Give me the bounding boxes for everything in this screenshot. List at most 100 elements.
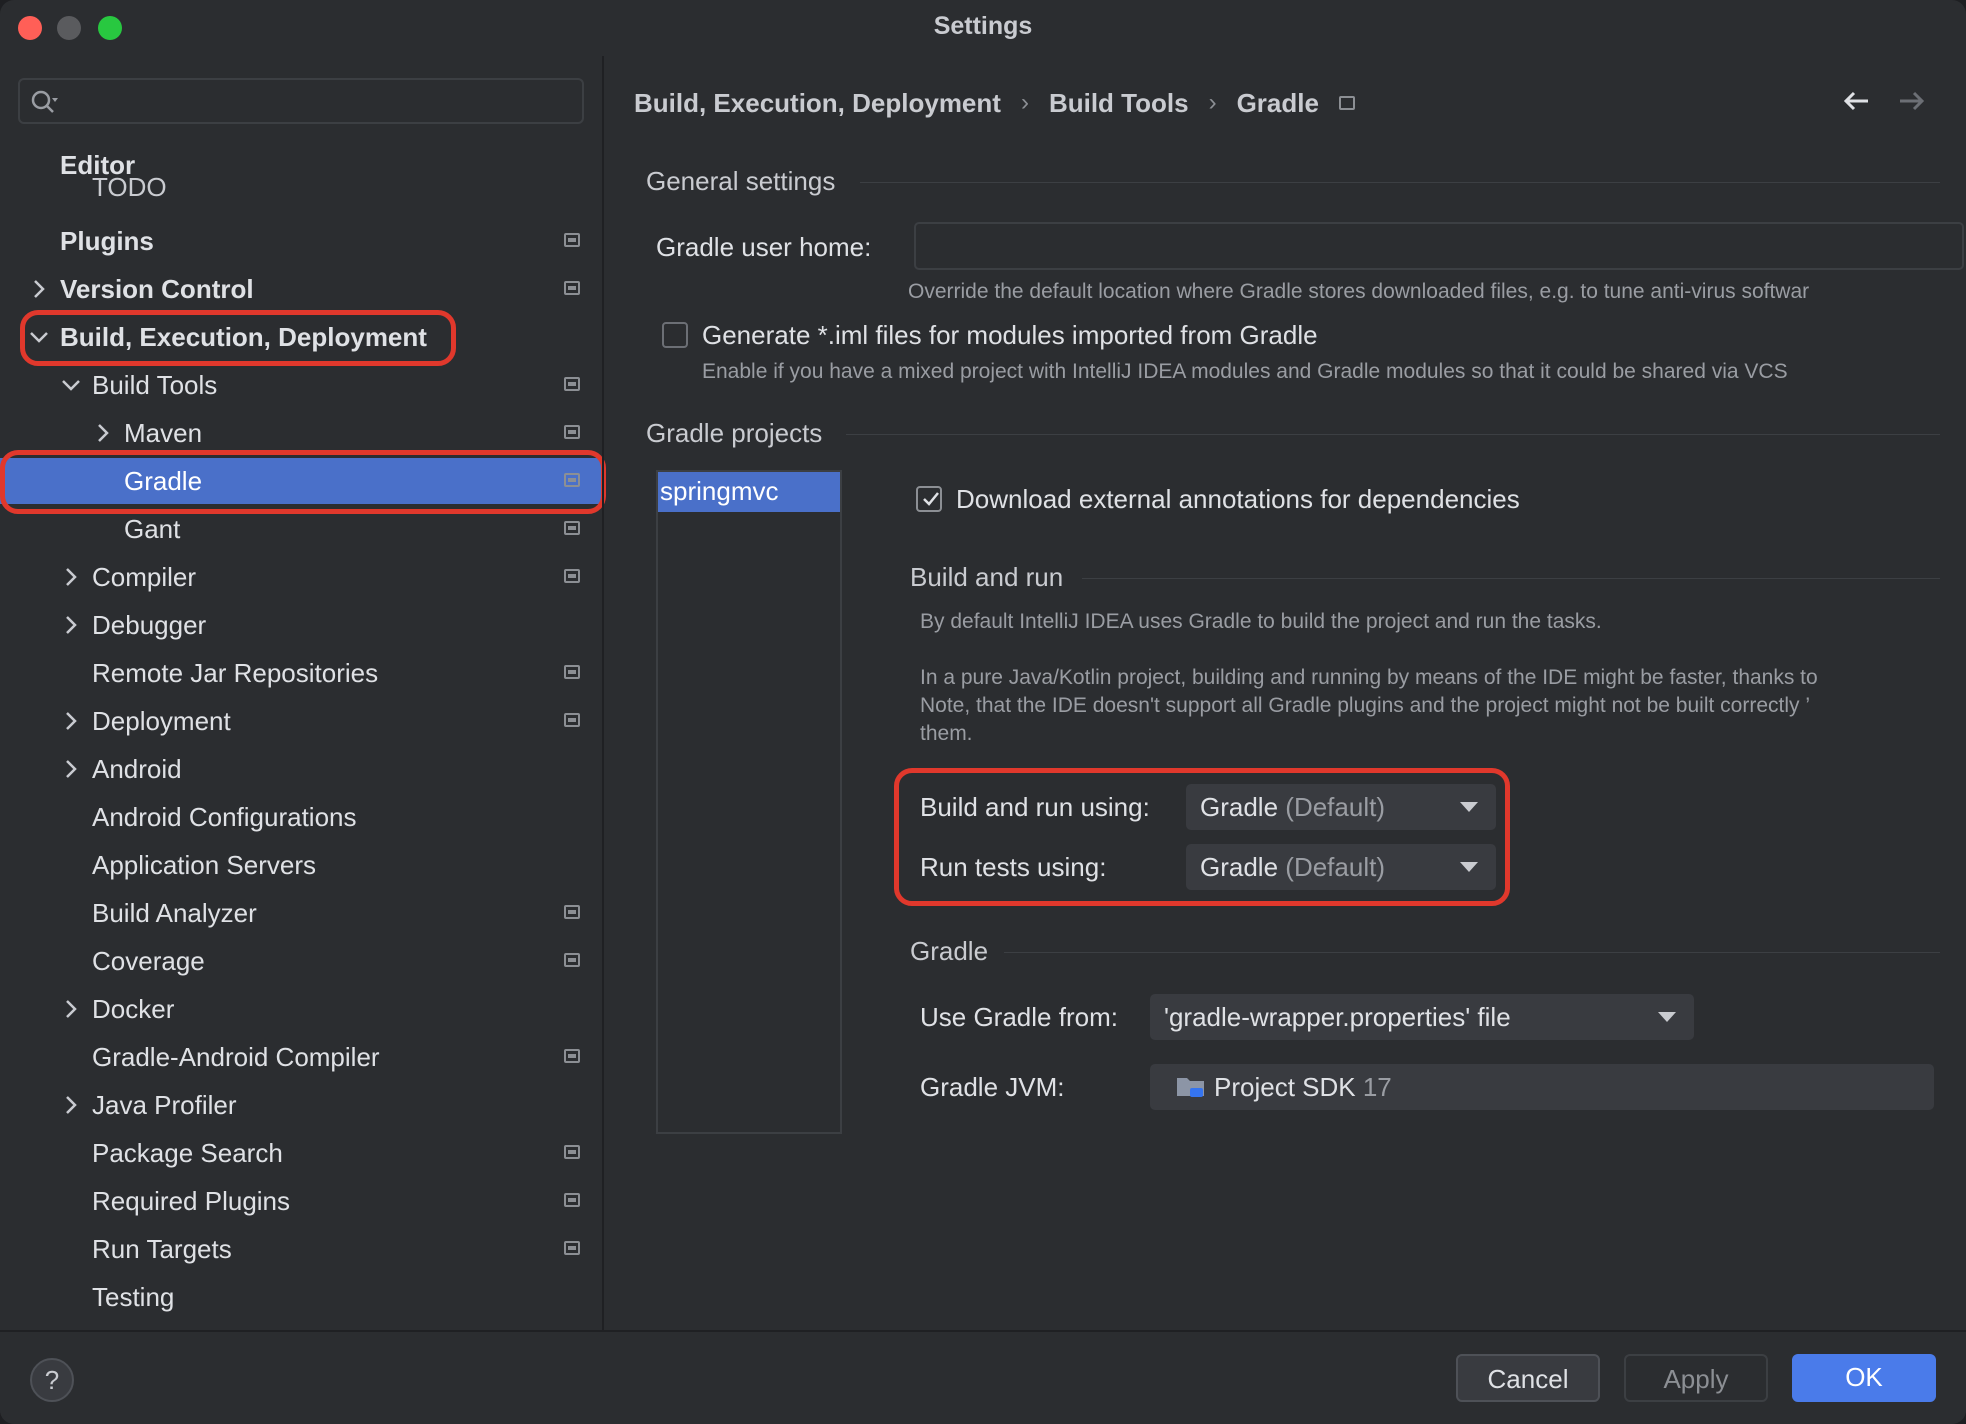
gradle-user-home-field[interactable] <box>914 222 1964 270</box>
project-settings-icon <box>564 233 580 247</box>
build-run-description: By default IntelliJ IDEA uses Gradle to … <box>920 610 1602 633</box>
sidebar-item-compiler[interactable]: Compiler <box>0 554 602 600</box>
divider <box>1004 952 1940 953</box>
run-tests-using-select[interactable]: Gradle (Default) <box>1186 844 1496 890</box>
sidebar-item-version-control[interactable]: Version Control <box>0 266 602 312</box>
apply-button[interactable]: Apply <box>1624 1354 1768 1402</box>
sidebar-item-build-tools[interactable]: Build Tools <box>0 362 602 408</box>
title-bar: Settings <box>0 0 1966 56</box>
sidebar-item-build-execution-deployment[interactable]: Build, Execution, Deployment <box>0 314 602 360</box>
chevron-right-icon[interactable] <box>60 710 82 732</box>
project-settings-icon <box>564 1049 580 1063</box>
generate-iml-hint: Enable if you have a mixed project with … <box>702 360 1788 383</box>
sidebar-item-java-profiler[interactable]: Java Profiler <box>0 1082 602 1128</box>
sidebar-item-remote-jar-repositories[interactable]: Remote Jar Repositories <box>0 650 602 696</box>
project-settings-icon <box>1338 96 1355 111</box>
gradle-user-home-label: Gradle user home: <box>656 232 872 262</box>
chevron-right-icon[interactable] <box>60 758 82 780</box>
sidebar-item-gant[interactable]: Gant <box>0 506 602 552</box>
breadcrumb-separator: › <box>1020 89 1029 117</box>
gradle-projects-list: springmvc <box>656 470 842 1134</box>
search-icon <box>31 90 58 113</box>
breadcrumb-item[interactable]: Build Tools <box>1049 88 1189 119</box>
sidebar-item-label: Coverage <box>92 946 205 976</box>
sidebar-item-android-configurations[interactable]: Android Configurations <box>0 794 602 840</box>
sidebar-item-application-servers[interactable]: Application Servers <box>0 842 602 888</box>
sidebar-item-editor[interactable]: Editor <box>0 142 602 188</box>
project-settings-icon <box>564 905 580 919</box>
build-and-run-using-select[interactable]: Gradle (Default) <box>1186 784 1496 830</box>
sidebar-item-label: Gant <box>124 514 181 544</box>
build-run-description: In a pure Java/Kotlin project, building … <box>920 666 1818 689</box>
sidebar-item-label: Required Plugins <box>92 1186 291 1216</box>
search-input[interactable] <box>18 78 584 124</box>
use-gradle-from-label: Use Gradle from: <box>920 1002 1118 1032</box>
sidebar-item-maven[interactable]: Maven <box>0 410 602 456</box>
sidebar-item-plugins[interactable]: Plugins <box>0 218 602 264</box>
run-tests-using-label: Run tests using: <box>920 852 1107 882</box>
sidebar-item-gradle-android-compiler[interactable]: Gradle-Android Compiler <box>0 1034 602 1080</box>
project-settings-icon <box>564 473 580 487</box>
sidebar-item-label: Docker <box>92 994 175 1024</box>
chevron-right-icon[interactable] <box>92 422 114 444</box>
cancel-button[interactable]: Cancel <box>1456 1354 1600 1402</box>
select-value: Gradle (Default) <box>1200 852 1385 882</box>
project-settings-icon <box>564 569 580 583</box>
sidebar-item-label: Remote Jar Repositories <box>92 658 379 688</box>
chevron-right-icon[interactable] <box>60 1094 82 1116</box>
back-arrow-icon[interactable] <box>1840 84 1874 118</box>
help-button[interactable]: ? <box>30 1358 74 1402</box>
use-gradle-from-select[interactable]: 'gradle-wrapper.properties' file <box>1150 994 1694 1040</box>
sidebar-item-build-analyzer[interactable]: Build Analyzer <box>0 890 602 936</box>
select-value: Gradle (Default) <box>1200 792 1385 822</box>
project-settings-icon <box>564 713 580 727</box>
sidebar-item-label: Gradle-Android Compiler <box>92 1042 380 1072</box>
sidebar-item-label: Package Search <box>92 1138 283 1168</box>
select-value: Project SDK 17 <box>1214 1072 1392 1102</box>
sidebar-item-package-search[interactable]: Package Search <box>0 1130 602 1176</box>
chevron-right-icon[interactable] <box>60 614 82 636</box>
sidebar-item-gradle[interactable]: Gradle <box>0 458 602 504</box>
generate-iml-label: Generate *.iml files for modules importe… <box>702 320 1318 350</box>
sidebar-item-android[interactable]: Android <box>0 746 602 792</box>
sidebar-item-label: Android Configurations <box>92 802 357 832</box>
settings-content: Build, Execution, Deployment › Build Tools… <box>604 56 1966 1330</box>
download-annotations-checkbox[interactable] <box>916 486 942 512</box>
divider <box>860 182 1940 183</box>
gradle-user-home-hint: Override the default location where Grad… <box>908 280 1810 303</box>
chevron-down-icon[interactable] <box>60 374 82 396</box>
project-settings-icon <box>564 1193 580 1207</box>
sidebar-item-deployment[interactable]: Deployment <box>0 698 602 744</box>
sidebar-item-label: Build Analyzer <box>92 898 257 928</box>
sidebar-item-label: Build, Execution, Deployment <box>60 322 427 352</box>
build-and-run-title: Build and run <box>910 562 1064 592</box>
sidebar-item-run-targets[interactable]: Run Targets <box>0 1226 602 1272</box>
general-settings-title: General settings <box>646 166 836 196</box>
breadcrumb-item[interactable]: Build, Execution, Deployment <box>634 88 1001 119</box>
chevron-right-icon[interactable] <box>60 566 82 588</box>
sidebar-item-coverage[interactable]: Coverage <box>0 938 602 984</box>
project-settings-icon <box>564 281 580 295</box>
gradle-jvm-select[interactable]: Project SDK 17 <box>1150 1064 1934 1110</box>
sidebar-item-docker[interactable]: Docker <box>0 986 602 1032</box>
folder-icon <box>1177 1078 1204 1097</box>
sidebar-item-todo[interactable]: TODO <box>92 172 167 203</box>
project-settings-icon <box>564 521 580 535</box>
chevron-right-icon[interactable] <box>60 998 82 1020</box>
list-item[interactable]: springmvc <box>658 472 840 512</box>
sidebar-item-required-plugins[interactable]: Required Plugins <box>0 1178 602 1224</box>
gradle-section-title: Gradle <box>910 936 989 966</box>
forward-arrow-icon[interactable] <box>1894 84 1928 118</box>
build-run-description: Note, that the IDE doesn't support all G… <box>920 694 1810 717</box>
chevron-right-icon[interactable] <box>28 278 50 300</box>
sidebar-item-debugger[interactable]: Debugger <box>0 602 602 648</box>
project-settings-icon <box>564 1145 580 1159</box>
generate-iml-checkbox[interactable] <box>662 322 688 348</box>
breadcrumb-separator: › <box>1208 89 1217 117</box>
sidebar-item-testing[interactable]: Testing <box>0 1274 602 1320</box>
ok-button[interactable]: OK <box>1792 1354 1936 1402</box>
project-settings-icon <box>564 377 580 391</box>
dropdown-arrow-icon <box>1460 802 1478 812</box>
chevron-down-icon[interactable] <box>28 326 50 348</box>
sidebar-item-label: Deployment <box>92 706 231 736</box>
